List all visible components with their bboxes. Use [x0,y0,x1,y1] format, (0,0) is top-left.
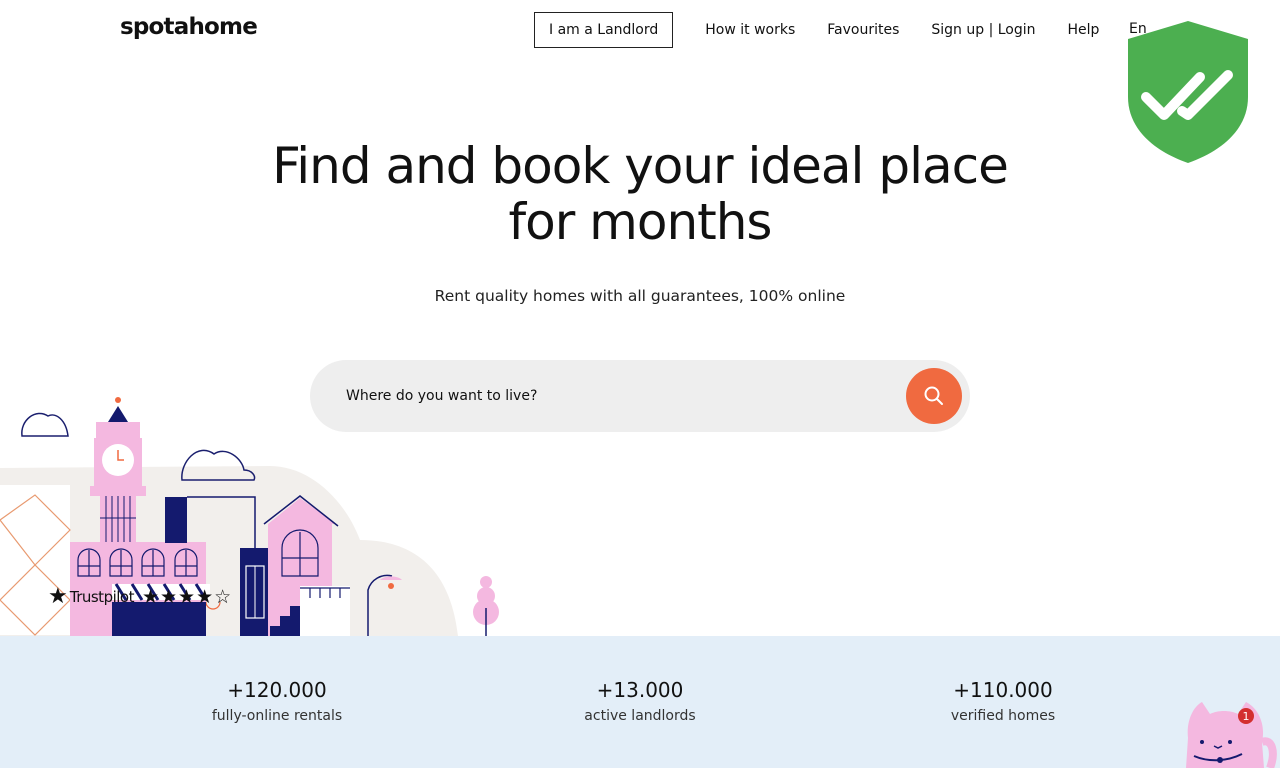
nav-favourites[interactable]: Favourites [827,22,899,38]
stat-value: +110.000 [953,678,1053,702]
stat-label: active landlords [584,708,696,724]
search-icon [924,386,943,405]
main-nav: I am a Landlord How it works Favourites … [534,12,1099,48]
stat-value: +120.000 [227,678,327,702]
search-button[interactable] [906,368,962,424]
hero-title: Find and book your ideal place for month… [0,138,1280,250]
search-input[interactable] [346,384,886,408]
notification-badge: 1 [1238,708,1254,724]
stat-landlords: +13.000 active landlords [490,678,790,724]
landlord-button[interactable]: I am a Landlord [534,12,674,48]
trustpilot-star-icon: ★ [48,584,68,609]
spotahome-logo[interactable]: spotahome [120,14,258,40]
stat-rentals: +120.000 fully-online rentals [127,678,427,724]
stat-label: fully-online rentals [211,708,343,724]
stat-homes: +110.000 verified homes [853,678,1153,724]
stat-value: +13.000 [596,678,684,702]
stat-label: verified homes [950,708,1056,724]
notification-count: 1 [1243,710,1250,723]
nav-help[interactable]: Help [1068,22,1100,38]
trustpilot-brand: Trustpilot [69,588,135,606]
search-bar [310,360,970,432]
stats-band: +120.000 fully-online rentals +13.000 ac… [0,636,1280,768]
site-header: spotahome I am a Landlord How it works F… [0,0,1280,60]
hero-title-line1: Find and book your ideal place [272,137,1009,195]
nav-signup-login[interactable]: Sign up | Login [931,22,1035,38]
nav-how-it-works[interactable]: How it works [705,22,795,38]
trustpilot-rating[interactable]: ★ Trustpilot ★★★★☆ [48,584,233,609]
cat-chat-icon[interactable]: 1 [1180,698,1280,768]
trustpilot-stars: ★★★★☆ [141,586,233,608]
hero-title-line2: for months [508,193,773,251]
hero-subtitle: Rent quality homes with all guarantees, … [434,287,846,305]
